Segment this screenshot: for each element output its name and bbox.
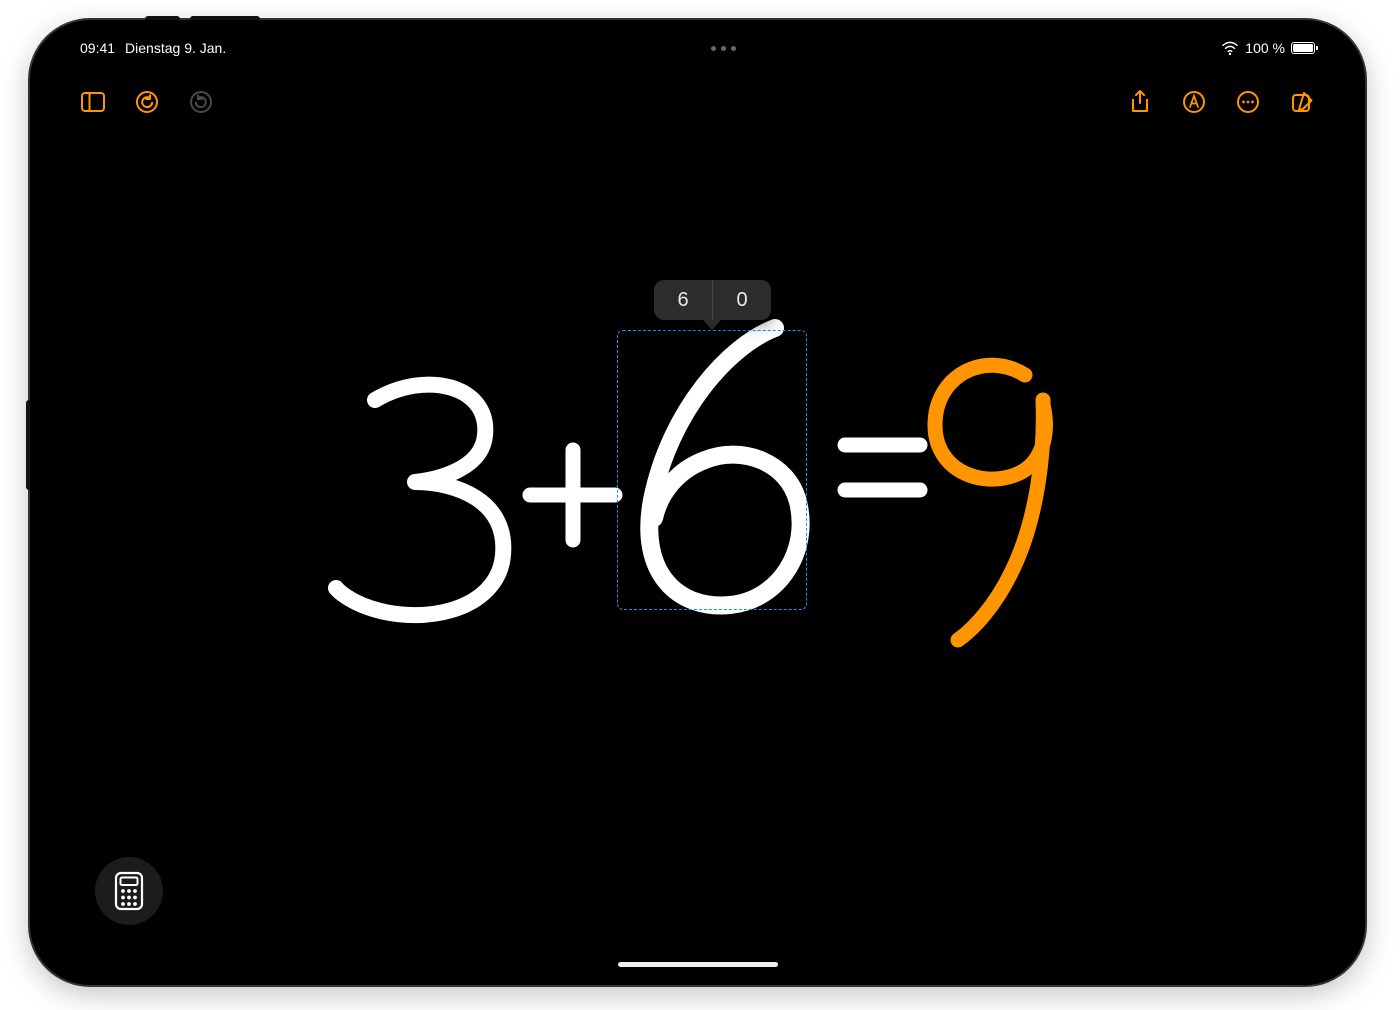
calculator-icon — [114, 871, 144, 911]
hardware-power-button — [145, 16, 180, 20]
home-indicator[interactable] — [618, 962, 778, 967]
recognition-option-1[interactable]: 6 — [654, 280, 712, 320]
device-frame: 09:41 Dienstag 9. Jan. 100 % — [30, 20, 1365, 985]
note-canvas[interactable]: 3 + 6 = 9 6 0 — [40, 30, 1355, 975]
calculator-button[interactable] — [95, 857, 163, 925]
hardware-volume-button — [190, 16, 260, 20]
recognition-suggestion-popup: 6 0 — [654, 280, 771, 320]
popup-tail-icon — [703, 320, 721, 330]
recognition-selection-box[interactable] — [617, 330, 807, 610]
hardware-side-button — [26, 400, 30, 490]
recognition-option-2[interactable]: 0 — [712, 280, 771, 320]
screen: 09:41 Dienstag 9. Jan. 100 % — [40, 30, 1355, 975]
